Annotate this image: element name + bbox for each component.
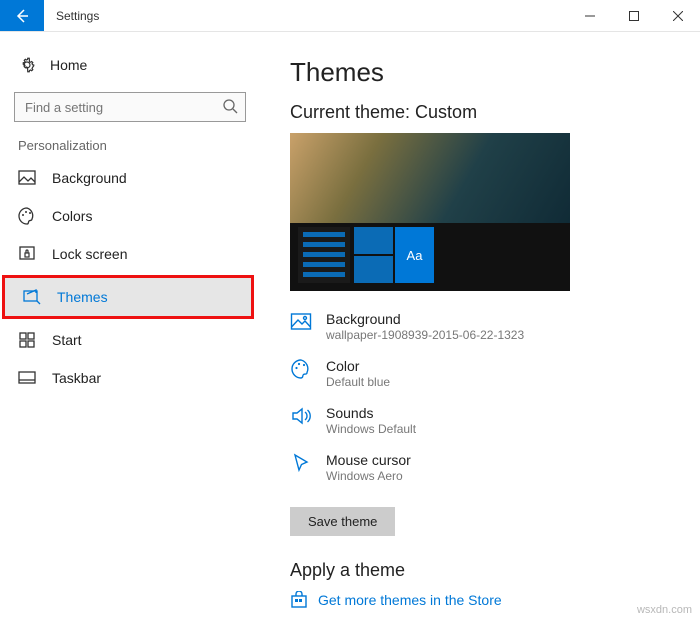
picture-icon [18,169,36,187]
main-panel: Themes Current theme: Custom Aa Backgrou… [260,32,700,628]
preview-tile-aa: Aa [395,227,434,283]
search-icon [222,98,238,114]
sidebar-item-taskbar[interactable]: Taskbar [0,359,260,397]
sidebar-item-start[interactable]: Start [0,321,260,359]
setting-value: wallpaper-1908939-2015-06-22-1323 [326,328,524,342]
sidebar: Home Personalization Background Colors L… [0,32,260,628]
setting-value: Windows Aero [326,469,411,483]
apply-theme-header: Apply a theme [290,560,670,581]
sidebar-section-label: Personalization [0,138,260,159]
lock-icon [18,245,36,263]
setting-label: Background [326,311,524,327]
palette-icon [290,358,312,380]
page-title: Themes [290,57,670,88]
preview-tiles: Aa [354,227,434,283]
sidebar-home[interactable]: Home [0,48,260,82]
setting-color[interactable]: Color Default blue [290,358,670,389]
search-container [14,92,246,122]
setting-value: Windows Default [326,422,416,436]
sidebar-item-label: Background [52,170,127,186]
window-title: Settings [44,0,111,31]
save-theme-button[interactable]: Save theme [290,507,395,536]
picture-icon [290,311,312,333]
setting-label: Mouse cursor [326,452,411,468]
themes-icon [23,288,41,306]
setting-label: Sounds [326,405,416,421]
setting-label: Color [326,358,390,374]
watermark: wsxdn.com [637,604,692,616]
palette-icon [18,207,36,225]
store-link[interactable]: Get more themes in the Store [290,591,670,609]
preview-start-menu [298,227,350,283]
sidebar-home-label: Home [50,57,87,73]
sidebar-item-label: Taskbar [52,370,101,386]
sidebar-item-label: Colors [52,208,92,224]
current-theme-label: Current theme: Custom [290,102,670,123]
highlight-box: Themes [2,275,254,319]
minimize-icon [585,11,595,21]
theme-preview: Aa [290,133,570,291]
gear-icon [18,56,36,74]
setting-sounds[interactable]: Sounds Windows Default [290,405,670,436]
sidebar-item-colors[interactable]: Colors [0,197,260,235]
sound-icon [290,405,312,427]
sidebar-item-lockscreen[interactable]: Lock screen [0,235,260,273]
cursor-icon [290,452,312,474]
titlebar: Settings [0,0,700,32]
setting-background[interactable]: Background wallpaper-1908939-2015-06-22-… [290,311,670,342]
maximize-button[interactable] [612,0,656,31]
setting-cursor[interactable]: Mouse cursor Windows Aero [290,452,670,483]
sidebar-item-background[interactable]: Background [0,159,260,197]
minimize-button[interactable] [568,0,612,31]
sidebar-item-label: Start [52,332,82,348]
search-input[interactable] [14,92,246,122]
sidebar-item-label: Themes [57,289,108,305]
setting-value: Default blue [326,375,390,389]
arrow-left-icon [14,8,30,24]
close-icon [673,11,683,21]
start-icon [18,331,36,349]
taskbar-icon [18,369,36,387]
sidebar-item-label: Lock screen [52,246,127,262]
sidebar-item-themes[interactable]: Themes [5,278,251,316]
maximize-icon [629,11,639,21]
close-button[interactable] [656,0,700,31]
store-link-label: Get more themes in the Store [318,592,502,608]
store-icon [290,591,308,609]
back-button[interactable] [0,0,44,31]
titlebar-spacer [111,0,568,31]
